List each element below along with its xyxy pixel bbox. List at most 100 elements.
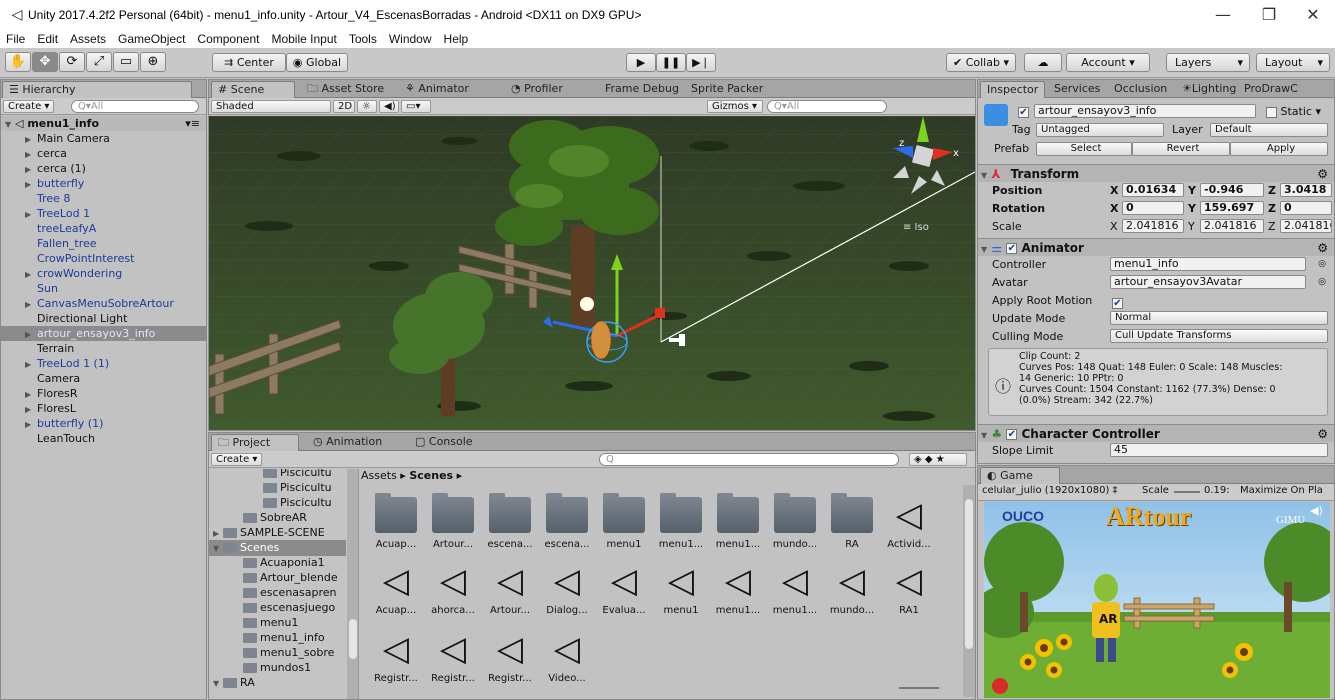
hierarchy-item[interactable]: LeanTouch [1,431,206,446]
asset-label[interactable]: Video... [540,673,594,684]
unity-scene-icon[interactable]: ◁ [489,563,531,599]
hierarchy-item[interactable]: CrowPointInterest [1,251,206,266]
tab-lighting[interactable]: ☀Lighting [1176,81,1242,98]
scene-root-row[interactable]: ▼ ◁ menu1_info ▾≡ [1,116,206,131]
position-y-input[interactable]: -0.946 [1200,183,1264,197]
asset-label[interactable]: escena... [483,539,537,550]
prefab-revert-button[interactable]: Revert [1132,142,1230,156]
tree-scrollbar[interactable] [347,469,358,699]
close-button[interactable]: ✕ [1290,0,1335,30]
hierarchy-item[interactable]: Directional Light [1,311,206,326]
animator-header[interactable]: ▼ ⚌ ✔ Animator ⚙ [978,238,1334,256]
hierarchy-item[interactable]: ▶ butterfly (1) [1,416,206,431]
project-search-input[interactable]: Q [599,453,899,466]
resolution-dropdown[interactable]: celular_julio (1920x1080) ‡ [982,485,1118,496]
pivot-center-toggle[interactable]: ⇉ Center [212,53,286,72]
unity-scene-icon[interactable]: ◁ [432,631,474,667]
unity-scene-icon[interactable]: ◁ [375,631,417,667]
unity-scene-icon[interactable]: ◁ [660,563,702,599]
asset-label[interactable]: mundo... [768,539,822,550]
breadcrumb-scenes[interactable]: Scenes [409,469,453,482]
asset-label[interactable]: Artour... [483,605,537,616]
asset-label[interactable]: menu1... [711,539,765,550]
icon-size-slider[interactable] [899,687,939,689]
asset-label[interactable]: ahorca... [426,605,480,616]
project-tree-item[interactable]: ▼ Scenes [209,540,346,556]
folder-icon[interactable] [546,493,588,533]
menu-file[interactable]: File [0,32,31,46]
asset-label[interactable]: RA [825,539,879,550]
asset-label[interactable]: mundo... [825,605,879,616]
folder-icon[interactable] [660,493,702,533]
asset-label[interactable]: menu1... [768,605,822,616]
asset-label[interactable]: Activid... [882,539,936,550]
expand-arrow-icon[interactable]: ▶ [25,402,37,417]
settings-gear-icon[interactable]: ⚙ [1317,239,1328,257]
lighting-toggle-icon[interactable]: ☼ [357,100,377,113]
fold-arrow-icon[interactable]: ▼ [981,431,987,440]
active-checkbox[interactable]: ✔ [1018,106,1029,118]
tab-frame-debug[interactable]: Frame Debug [599,81,685,98]
folder-icon[interactable] [717,493,759,533]
asset-label[interactable]: Registr... [426,673,480,684]
asset-label[interactable]: escena... [540,539,594,550]
asset-label[interactable]: Artour... [426,539,480,550]
settings-gear-icon[interactable]: ⚙ [1317,165,1328,183]
fold-arrow-icon[interactable]: ▼ [981,245,987,254]
layout-dropdown[interactable]: Layout ▾ [1256,53,1330,72]
tab-sprite-packer[interactable]: Sprite Packer [685,81,769,98]
menu-window[interactable]: Window [383,32,438,46]
scale-z-input[interactable]: 2.041816 [1280,219,1332,233]
menu-edit[interactable]: Edit [31,32,64,46]
hierarchy-item[interactable]: ▶ TreeLod 1 [1,206,206,221]
grid-scrollbar[interactable] [963,485,975,697]
prefab-select-button[interactable]: Select [1036,142,1132,156]
step-button[interactable]: ▶❘ [686,53,716,72]
expand-arrow-icon[interactable]: ▼ [5,120,11,129]
asset-label[interactable]: menu1... [654,539,708,550]
minimize-button[interactable]: — [1200,0,1246,30]
position-x-input[interactable]: 0.01634 [1122,183,1184,197]
unity-scene-icon[interactable]: ◁ [717,563,759,599]
hierarchy-create-button[interactable]: Create ▾ [3,100,55,113]
project-filter-icons[interactable]: ◈ ◆ ★ [909,453,967,466]
unity-scene-icon[interactable]: ◁ [888,497,930,533]
unity-scene-icon[interactable]: ◁ [831,563,873,599]
tab-profiler[interactable]: ◔ Profiler [505,81,569,98]
scene-viewport[interactable]: y z x ≡ Iso [209,116,975,430]
move-tool-icon[interactable]: ✥ [32,52,58,72]
hierarchy-item[interactable]: ▶ FloresL [1,401,206,416]
expand-arrow-icon[interactable]: ▶ [25,327,37,342]
breadcrumb-assets[interactable]: Assets [361,469,397,482]
speaker-icon[interactable]: ◀) [1310,504,1323,517]
menu-assets[interactable]: Assets [64,32,112,46]
project-tree-item[interactable]: Piscicultu [209,480,346,496]
tab-asset-store[interactable]: 🗀 Asset Store [301,81,390,98]
hierarchy-item[interactable]: ▶ artour_ensayov3_info [1,326,206,341]
expand-arrow-icon[interactable]: ▶ [25,162,37,177]
asset-label[interactable]: menu1... [711,605,765,616]
slope-limit-input[interactable]: 45 [1110,443,1328,457]
cloud-button[interactable]: ☁ [1024,53,1062,72]
hierarchy-item[interactable]: ▶ cerca (1) [1,161,206,176]
transform-tool-icon[interactable]: ⊕ [140,52,166,72]
hierarchy-item[interactable]: Sun [1,281,206,296]
hierarchy-item[interactable]: Terrain [1,341,206,356]
expand-arrow-icon[interactable]: ▶ [25,207,37,222]
project-tree-item[interactable]: ▼ RA [209,675,346,691]
menu-tools[interactable]: Tools [343,32,383,46]
static-toggle[interactable]: Static ▾ [1266,105,1321,118]
project-tree-item[interactable]: menu1 [209,615,346,631]
expand-arrow-icon[interactable]: ▶ [25,387,37,402]
transform-header[interactable]: ▼ ⅄ Transform ⚙ [978,164,1334,182]
tab-scene[interactable]: # Scene [211,81,295,98]
layers-dropdown[interactable]: Layers ▾ [1166,53,1250,72]
pause-button[interactable]: ❚❚ [656,53,686,72]
tab-console[interactable]: ▢ Console [409,434,479,451]
folder-icon[interactable] [375,493,417,533]
rotate-tool-icon[interactable]: ⟳ [59,52,85,72]
asset-label[interactable]: menu1 [654,605,708,616]
folder-icon[interactable] [603,493,645,533]
tab-services[interactable]: Services [1048,81,1106,98]
hierarchy-item[interactable]: Fallen_tree [1,236,206,251]
